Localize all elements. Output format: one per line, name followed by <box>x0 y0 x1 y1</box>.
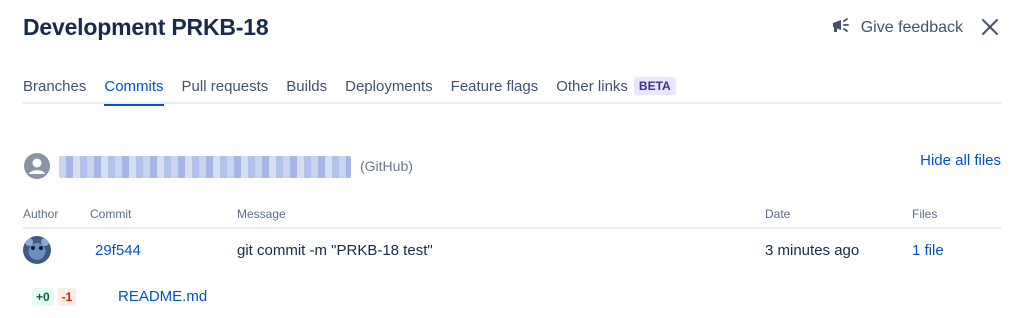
lines-removed-badge: -1 <box>57 288 77 306</box>
author-avatar <box>23 236 51 264</box>
column-author: Author <box>23 207 59 221</box>
user-avatar-icon <box>23 152 51 180</box>
tab-commits[interactable]: Commits <box>104 76 164 106</box>
table-row: 29f544 git commit -m "PRKB-18 test" 3 mi… <box>23 236 1001 268</box>
hide-all-files-button[interactable]: Hide all files <box>920 152 1001 169</box>
give-feedback-label: Give feedback <box>860 18 963 36</box>
tab-feature-flags[interactable]: Feature flags <box>451 76 539 104</box>
column-message: Message <box>237 207 286 221</box>
tab-pull-requests[interactable]: Pull requests <box>182 76 269 104</box>
beta-badge: BETA <box>633 77 676 95</box>
commit-message: git commit -m "PRKB-18 test" <box>237 242 433 259</box>
tab-bar: Branches Commits Pull requests Builds De… <box>23 76 1001 106</box>
repository-row: (GitHub) Hide all files <box>23 150 1001 182</box>
repository-name-redacted[interactable] <box>59 156 351 178</box>
commit-hash-link[interactable]: 29f544 <box>95 242 141 259</box>
tab-other-links-label: Other links <box>556 78 628 95</box>
tab-branches[interactable]: Branches <box>23 76 86 104</box>
column-date: Date <box>765 207 791 221</box>
tab-builds[interactable]: Builds <box>286 76 327 104</box>
file-name-link[interactable]: README.md <box>118 288 207 305</box>
lines-added-badge: +0 <box>32 288 54 306</box>
tab-deployments[interactable]: Deployments <box>345 76 433 104</box>
repository-source: (GitHub) <box>360 158 413 174</box>
close-icon[interactable] <box>979 16 1001 38</box>
page-title: Development PRKB-18 <box>23 14 269 40</box>
megaphone-icon <box>831 16 853 39</box>
tab-other-links[interactable]: Other links BETA <box>556 76 676 104</box>
commits-table-header: Author Commit Message Date Files <box>23 207 1001 229</box>
column-files: Files <box>912 207 938 221</box>
dialog-header: Development PRKB-18 Give feedback <box>23 12 1001 46</box>
column-commit: Commit <box>90 207 132 221</box>
commit-date: 3 minutes ago <box>765 242 860 259</box>
give-feedback-button[interactable]: Give feedback <box>831 16 963 39</box>
file-change-row: +0 -1 README.md <box>32 288 207 310</box>
files-count-link[interactable]: 1 file <box>912 242 944 259</box>
